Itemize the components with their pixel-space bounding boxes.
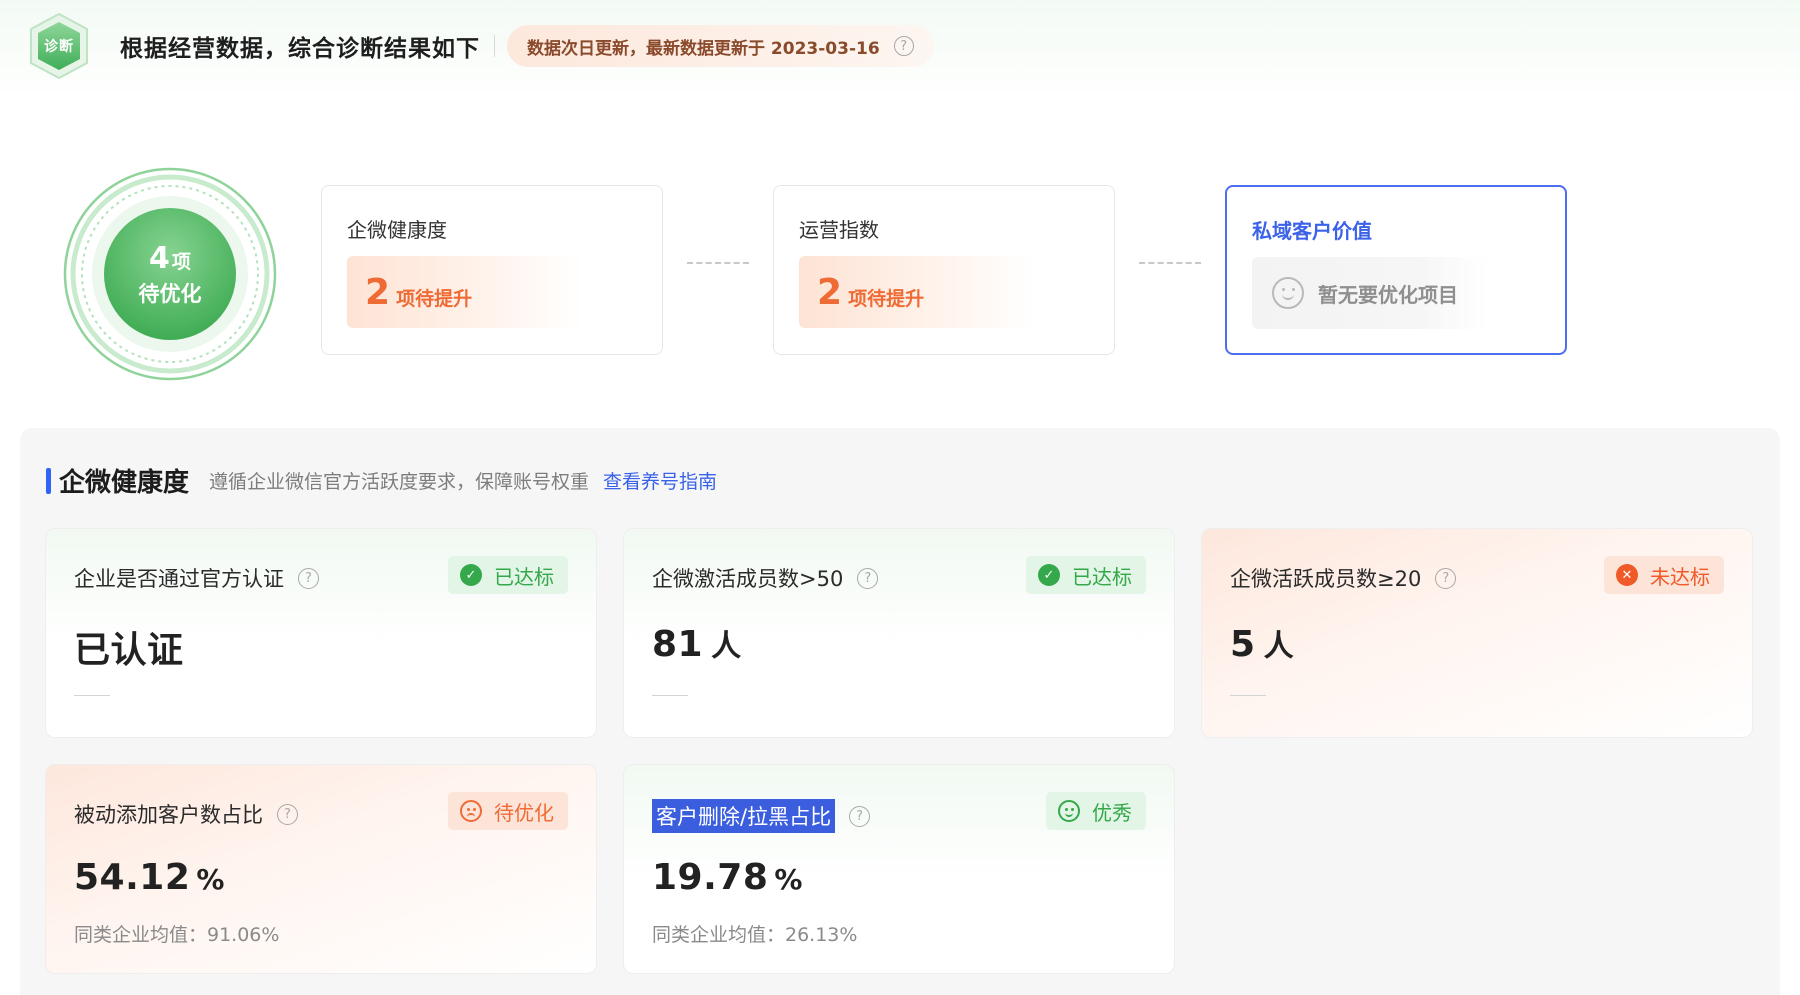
header: 诊断 根据经营数据，综合诊断结果如下 数据次日更新，最新数据更新于 2023-0… [28,10,934,82]
status-badge: ✓ 已达标 [1026,556,1146,594]
page-title: 根据经营数据，综合诊断结果如下 [120,36,480,62]
status-text: 未达标 [1650,564,1710,589]
help-icon[interactable]: ? [849,805,871,827]
metric-value-number: 5 [1230,624,1256,665]
pending-count: 2 [365,271,391,313]
overview-card-badge: 2 项待提升 [347,256,583,328]
metric-card-passive-add-ratio: 被动添加客户数占比 ? 待优化 54.12 % 同类企业均值：91.06% [45,764,597,974]
overview-card-operations[interactable]: 运营指数 2 项待提升 [773,185,1115,355]
metric-unit: % [774,863,803,896]
help-icon[interactable]: ? [1435,567,1457,589]
metric-title: 企微激活成员数>50 ? [652,563,879,593]
overview-card-badge: 暂无要优化项目 [1252,257,1488,329]
frown-icon [460,800,482,822]
status-badge: ✕ 未达标 [1604,556,1724,594]
metric-value-text: 已认证 [74,630,184,671]
divider [494,35,495,57]
metric-card-certification: 企业是否通过官方认证 ? ✓ 已达标 已认证 [45,528,597,738]
ring-count: 4 [149,240,170,276]
metric-title-text: 企微活跃成员数≥20 [1230,567,1422,591]
ring-status: 待优化 [138,281,202,306]
metric-unit: 人 [1263,629,1294,664]
guide-link[interactable]: 查看养号指南 [603,467,717,494]
pending-count: 2 [817,271,843,313]
metric-title: 企业是否通过官方认证 ? [74,563,319,593]
update-notice-text: 数据次日更新，最新数据更新于 2023-03-16 [527,38,880,59]
overview-card-customer-value[interactable]: 私域客户价值 暂无要优化项目 [1225,185,1567,355]
industry-average: 同类企业均值：26.13% [652,924,858,946]
placeholder-dash [1230,695,1266,696]
section-accent-bar [46,467,51,494]
status-text: 已达标 [1072,564,1132,589]
status-text: 待优化 [494,800,554,825]
overview-card-badge: 2 项待提升 [799,256,1035,328]
metric-value: 19.78 % [652,857,802,898]
logo-text: 诊断 [44,39,74,55]
metric-title-text: 客户删除/拉黑占比 [652,799,836,833]
metric-title: 企微活跃成员数≥20 ? [1230,563,1457,593]
metric-value-number: 54.12 [74,857,191,898]
ring-label: 4 项 待优化 [60,164,280,384]
status-text: 优秀 [1092,800,1132,825]
status-badge: 优秀 [1046,792,1146,830]
metric-value-number: 19.78 [652,857,769,898]
metric-card-active-members: 企微活跃成员数≥20 ? ✕ 未达标 5 人 [1201,528,1753,738]
summary-ring: 4 项 待优化 [60,164,280,384]
pending-text: 项待提升 [396,287,473,310]
help-icon[interactable]: ? [298,567,319,589]
metric-unit: 人 [711,629,742,664]
overview-card-health[interactable]: 企微健康度 2 项待提升 [321,185,663,355]
metric-title-text: 企微激活成员数>50 [652,567,844,591]
connector-line [1139,262,1201,264]
status-badge: 待优化 [448,792,568,830]
placeholder-dash [652,695,688,696]
smile-icon [1058,800,1080,822]
pending-text: 项待提升 [848,287,925,310]
metric-value: 54.12 % [74,857,224,898]
close-circle-icon: ✕ [1616,564,1638,586]
metric-unit: % [196,863,225,896]
industry-average: 同类企业均值：91.06% [74,924,280,946]
check-circle-icon: ✓ [460,564,482,586]
section-header: 企微健康度 遵循企业微信官方活跃度要求，保障账号权重 查看养号指南 [46,462,717,499]
health-section: 企微健康度 遵循企业微信官方活跃度要求，保障账号权重 查看养号指南 企业是否通过… [20,428,1780,995]
metric-value: 已认证 [74,621,184,673]
section-title: 企微健康度 [59,468,190,498]
metric-card-activated-members: 企微激活成员数>50 ? ✓ 已达标 81 人 [623,528,1175,738]
update-notice: 数据次日更新，最新数据更新于 2023-03-16 ? [507,25,934,67]
status-text: 已达标 [494,564,554,589]
metric-value: 5 人 [1230,621,1294,665]
metric-card-delete-block-ratio: 客户删除/拉黑占比 ? 优秀 19.78 % 同类企业均值：26.13% [623,764,1175,974]
help-icon[interactable]: ? [277,803,298,825]
overview-card-title: 企微健康度 [347,218,447,242]
metric-value: 81 人 [652,621,741,665]
help-icon[interactable]: ? [857,567,879,589]
placeholder-dash [74,695,110,696]
metric-title: 客户删除/拉黑占比 ? [652,799,871,833]
connector-line [687,262,749,264]
overview-card-title: 私域客户价值 [1252,219,1372,243]
check-circle-icon: ✓ [1038,564,1060,586]
overview-card-title: 运营指数 [799,218,879,242]
diagnosis-page: 诊断 根据经营数据，综合诊断结果如下 数据次日更新，最新数据更新于 2023-0… [0,0,1800,995]
smile-icon [1272,277,1304,309]
metric-title-text: 企业是否通过官方认证 [74,567,284,591]
metric-value-number: 81 [652,624,704,665]
section-description: 遵循企业微信官方活跃度要求，保障账号权重 [209,471,590,493]
help-icon[interactable]: ? [893,36,914,56]
diagnosis-logo-icon: 诊断 [28,12,90,80]
ring-unit: 项 [171,250,191,273]
metric-title-text: 被动添加客户数占比 [74,803,263,827]
status-badge: ✓ 已达标 [448,556,568,594]
metric-title: 被动添加客户数占比 ? [74,799,298,829]
no-items-text: 暂无要优化项目 [1318,282,1458,307]
